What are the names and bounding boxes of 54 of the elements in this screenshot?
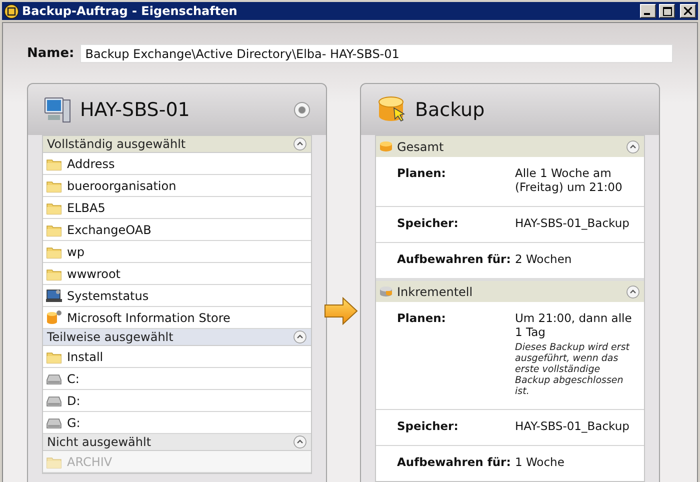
- section-title: Teilweise ausgewählt: [47, 330, 174, 344]
- field-label: Planen:: [397, 166, 447, 182]
- folder-icon: [46, 350, 62, 364]
- arrow-icon: [324, 297, 358, 325]
- field-value: 2 Wochen: [515, 252, 573, 266]
- drive-icon: [46, 394, 62, 406]
- computer-icon: [44, 96, 72, 124]
- options-button[interactable]: [294, 102, 310, 118]
- folder-icon: [46, 156, 62, 170]
- section-title: Inkrementell: [397, 284, 474, 298]
- folder-icon: [46, 454, 62, 468]
- folder-icon: [46, 266, 62, 280]
- field-label: Planen:: [397, 311, 447, 327]
- chevron-icon: [626, 284, 640, 298]
- field-note: Dieses Backup wird erst ausgeführt, wenn das erste vollständige Backup abgeschlossen ist.: [515, 342, 631, 397]
- collapse-button[interactable]: [293, 137, 307, 151]
- app-icon: [4, 4, 19, 18]
- field-value: Alle 1 Woche am (Freitag) um 21:00: [515, 166, 624, 194]
- maximize-button[interactable]: [659, 4, 675, 18]
- section-title: Nicht ausgewählt: [47, 435, 152, 449]
- section-title: Gesamt: [397, 140, 445, 154]
- drive-icon: [46, 416, 62, 428]
- panel-title: HAY-SBS-01: [80, 98, 191, 120]
- field-label: Speicher:: [397, 216, 460, 230]
- chevron-icon: [293, 330, 307, 344]
- field-label: Speicher:: [397, 419, 460, 433]
- name-field[interactable]: Backup Exchange\Active Directory\Elba- HAY-SBS-01: [80, 44, 673, 63]
- field-label: Aufbewahren für:: [397, 455, 512, 469]
- name-label: Name:: [27, 46, 74, 61]
- panel-title: Backup: [415, 98, 485, 120]
- field-label: Aufbewahren für:: [397, 252, 512, 266]
- folder-icon: [46, 200, 62, 214]
- close-button[interactable]: [680, 4, 696, 18]
- section-title: Vollständig ausgewählt: [47, 137, 187, 151]
- field-value: Um 21:00, dann alle 1 Tag: [515, 311, 633, 339]
- collapse-button[interactable]: [293, 330, 307, 344]
- field-value: 1 Woche: [515, 455, 566, 469]
- database-icon: [46, 310, 62, 325]
- drive-icon: [46, 372, 62, 384]
- window-title: Backup-Auftrag - Eigenschaften: [22, 4, 238, 18]
- maximize-icon: [662, 6, 672, 16]
- collapse-button[interactable]: [626, 284, 640, 298]
- chevron-icon: [626, 140, 640, 154]
- collapse-button[interactable]: [293, 435, 307, 449]
- close-icon: [684, 7, 692, 15]
- collapse-button[interactable]: [626, 140, 640, 154]
- folder-icon: [46, 178, 62, 192]
- field-value: HAY-SBS-01_Backup: [515, 419, 630, 433]
- database-icon: [378, 140, 394, 153]
- folder-icon: [46, 244, 62, 258]
- folder-icon: [46, 222, 62, 236]
- field-value: HAY-SBS-01_Backup: [515, 216, 630, 230]
- computer-icon: [46, 288, 62, 302]
- minimize-button[interactable]: [640, 4, 656, 18]
